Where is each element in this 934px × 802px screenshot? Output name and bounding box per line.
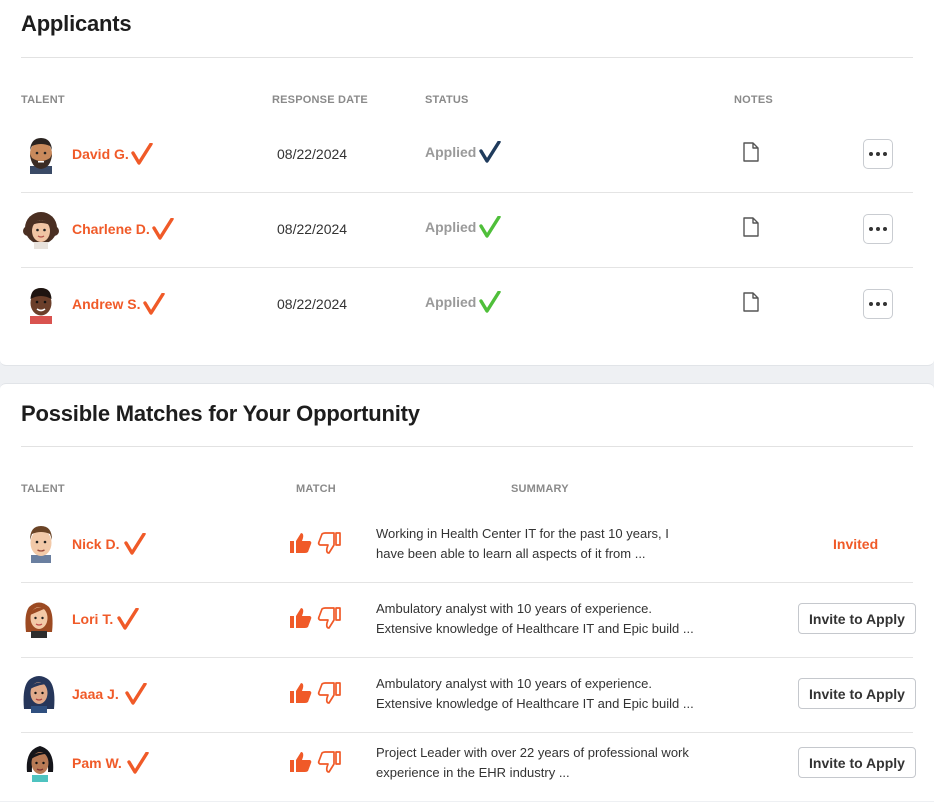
applicants-title-divider bbox=[21, 57, 913, 58]
response-date: 08/22/2024 bbox=[277, 296, 348, 312]
summary-line: Ambulatory analyst with 10 years of expe… bbox=[376, 601, 653, 616]
summary-line: have been able to learn all aspects of i… bbox=[376, 546, 646, 561]
status-text: Applied bbox=[425, 294, 477, 310]
talent-name[interactable]: Lori T. bbox=[72, 611, 113, 627]
summary-text: Project Leader with over 22 years of pro… bbox=[376, 743, 706, 783]
status-check-icon bbox=[479, 291, 501, 313]
invite-to-apply-button[interactable]: Invite to Apply bbox=[798, 603, 916, 634]
thumbs-down-icon[interactable] bbox=[317, 531, 341, 555]
verified-check-icon bbox=[117, 608, 139, 630]
verified-check-icon bbox=[124, 533, 146, 555]
avatar-curly-woman-icon bbox=[23, 212, 59, 249]
matches-title-divider bbox=[21, 446, 913, 447]
applicant-row: David G. 08/22/2024 Applied bbox=[0, 117, 934, 193]
summary-line: Ambulatory analyst with 10 years of expe… bbox=[376, 676, 653, 691]
talent-name[interactable]: Andrew S. bbox=[72, 296, 140, 312]
column-header-talent: TALENT bbox=[21, 483, 65, 495]
status-text: Applied bbox=[425, 219, 477, 235]
invited-status: Invited bbox=[833, 536, 879, 552]
column-header-summary: SUMMARY bbox=[511, 483, 569, 495]
summary-line: Project Leader with over 22 years of pro… bbox=[376, 745, 689, 760]
column-header-talent: TALENT bbox=[21, 94, 65, 106]
summary-line: Extensive knowledge of Healthcare IT and… bbox=[376, 696, 694, 711]
applicants-card: Applicants TALENT RESPONSE DATE STATUS N… bbox=[0, 0, 934, 366]
avatar-man-brown-hair-icon bbox=[30, 526, 52, 563]
thumbs-up-icon[interactable] bbox=[289, 606, 313, 630]
talent-name[interactable]: Nick D. bbox=[72, 536, 119, 552]
thumbs-up-icon[interactable] bbox=[289, 531, 313, 555]
possible-matches-title: Possible Matches for Your Opportunity bbox=[21, 401, 420, 426]
talent-name[interactable]: Jaaa J. bbox=[72, 686, 119, 702]
verified-check-icon bbox=[131, 143, 153, 165]
possible-matches-card: Possible Matches for Your Opportunity TA… bbox=[0, 383, 934, 801]
response-date: 08/22/2024 bbox=[277, 221, 348, 237]
verified-check-icon bbox=[152, 218, 174, 240]
avatar-dark-man-icon bbox=[30, 288, 52, 324]
summary-line: experience in the EHR industry ... bbox=[376, 765, 570, 780]
avatar-bearded-man-icon bbox=[30, 138, 52, 174]
applicants-title: Applicants bbox=[21, 11, 132, 36]
more-options-button[interactable] bbox=[863, 289, 893, 319]
avatar-woman-long-hair-icon bbox=[25, 602, 53, 638]
column-header-response-date: RESPONSE DATE bbox=[272, 94, 368, 106]
invite-to-apply-button[interactable]: Invite to Apply bbox=[798, 678, 916, 709]
verified-check-icon bbox=[143, 293, 165, 315]
avatar-woman-dark-hair-icon bbox=[23, 676, 55, 713]
more-options-button[interactable] bbox=[863, 139, 893, 169]
summary-text: Ambulatory analyst with 10 years of expe… bbox=[376, 674, 706, 714]
thumbs-up-icon[interactable] bbox=[289, 750, 313, 774]
summary-text: Ambulatory analyst with 10 years of expe… bbox=[376, 599, 706, 639]
status-text: Applied bbox=[425, 144, 477, 160]
talent-name[interactable]: Pam W. bbox=[72, 755, 122, 771]
verified-check-icon bbox=[125, 683, 147, 705]
notes-document-icon[interactable] bbox=[742, 142, 760, 162]
summary-line: Working in Health Center IT for the past… bbox=[376, 526, 669, 541]
verified-check-icon bbox=[127, 752, 149, 774]
notes-document-icon[interactable] bbox=[742, 217, 760, 237]
thumbs-down-icon[interactable] bbox=[317, 750, 341, 774]
avatar-woman-bob-hair-icon bbox=[26, 746, 54, 782]
applicant-row: Charlene D. 08/22/2024 Applied bbox=[0, 192, 934, 268]
summary-line: Extensive knowledge of Healthcare IT and… bbox=[376, 621, 694, 636]
summary-text: Working in Health Center IT for the past… bbox=[376, 524, 706, 564]
match-row: Jaaa J. Ambulatory analyst with 10 years… bbox=[0, 657, 934, 733]
thumbs-down-icon[interactable] bbox=[317, 681, 341, 705]
notes-document-icon[interactable] bbox=[742, 292, 760, 312]
match-row: Nick D. Working in Health Center IT for … bbox=[0, 507, 934, 583]
status-check-icon bbox=[479, 141, 501, 163]
match-row: Pam W. Project Leader with over 22 years… bbox=[0, 732, 934, 802]
column-header-status: STATUS bbox=[425, 94, 469, 106]
thumbs-up-icon[interactable] bbox=[289, 681, 313, 705]
thumbs-down-icon[interactable] bbox=[317, 606, 341, 630]
talent-name[interactable]: Charlene D. bbox=[72, 221, 150, 237]
response-date: 08/22/2024 bbox=[277, 146, 348, 162]
talent-name[interactable]: David G. bbox=[72, 146, 129, 162]
applicant-row: Andrew S. 08/22/2024 Applied bbox=[0, 267, 934, 342]
invite-to-apply-button[interactable]: Invite to Apply bbox=[798, 747, 916, 778]
column-header-match: MATCH bbox=[296, 483, 336, 495]
column-header-notes: NOTES bbox=[734, 94, 773, 106]
status-check-icon bbox=[479, 216, 501, 238]
more-options-button[interactable] bbox=[863, 214, 893, 244]
match-row: Lori T. Ambulatory analyst with 10 years… bbox=[0, 582, 934, 658]
